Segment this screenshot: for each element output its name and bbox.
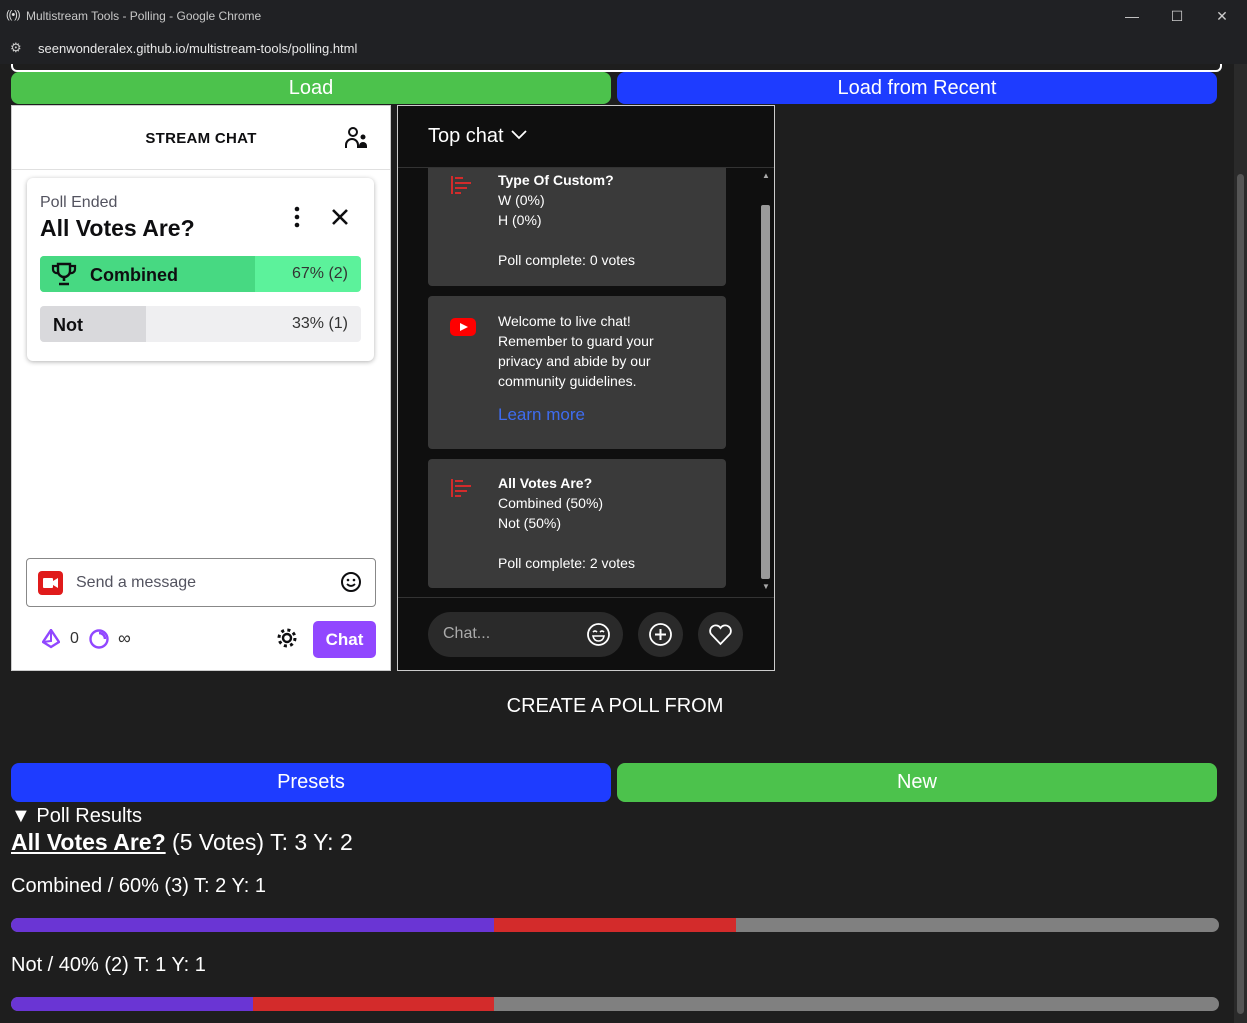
load-from-recent-button[interactable]: Load from Recent — [617, 72, 1217, 104]
result-option-text: Combined / 60% (3) T: 2 Y: 1 — [11, 875, 266, 897]
close-icon[interactable] — [331, 208, 349, 226]
users-icon[interactable] — [345, 126, 369, 150]
poll-message-text: All Votes Are? Combined (50%) Not (50%) … — [498, 473, 635, 573]
poll-option-label: Not — [53, 315, 83, 335]
result-option-bar — [11, 918, 1219, 932]
poll-message-line: H (0%) — [498, 212, 542, 228]
learn-more-link[interactable]: Learn more — [498, 405, 654, 425]
poll-card: Poll Ended All Votes Are? Combined 67% (… — [27, 178, 374, 361]
results-question-link[interactable]: All Votes Are? — [11, 829, 166, 855]
youtube-chat-scrollbar[interactable]: ▲ ▼ — [759, 168, 772, 596]
poll-status: Poll Ended — [40, 194, 118, 211]
page-scrollbar[interactable] — [1234, 64, 1247, 1023]
welcome-line: privacy and abide by our — [498, 353, 651, 369]
welcome-message-text: Welcome to live chat! Remember to guard … — [498, 311, 654, 425]
channel-points-icon[interactable] — [88, 628, 110, 650]
stream-chat-title: STREAM CHAT — [145, 130, 257, 147]
result-option-bar — [11, 997, 1219, 1011]
window-title: Multistream Tools - Polling - Google Chr… — [26, 9, 262, 23]
emoji-icon[interactable] — [586, 622, 611, 647]
poll-message-line: Poll complete: 2 votes — [498, 555, 635, 571]
poll-option-not: Not 33% (1) — [40, 306, 361, 342]
youtube-segment — [252, 997, 495, 1011]
load-button[interactable]: Load — [11, 72, 611, 104]
bits-count: 0 — [70, 630, 79, 647]
poll-option-percent: 33% (1) — [291, 315, 348, 332]
twitch-chat-panel: STREAM CHAT Poll Ended All Votes Are? Co… — [11, 105, 391, 671]
text-input-edge[interactable] — [11, 64, 1222, 72]
poll-message-card: All Votes Are? Combined (50%) Not (50%) … — [428, 459, 726, 588]
new-poll-button[interactable]: New — [617, 763, 1217, 802]
poll-message-text: Type Of Custom? W (0%) H (0%) Poll compl… — [498, 170, 635, 270]
top-chat-selector[interactable]: Top chat — [428, 125, 504, 148]
bits-icon[interactable] — [42, 629, 60, 649]
close-window-button[interactable]: ✕ — [1202, 6, 1242, 26]
youtube-chat-input[interactable]: Chat... — [428, 612, 623, 657]
results-total: (5 Votes) T: 3 Y: 2 — [172, 829, 353, 855]
send-message-input[interactable]: Send a message — [26, 558, 376, 607]
twitch-segment — [11, 997, 253, 1011]
poll-icon — [451, 176, 471, 194]
poll-message-line: Poll complete: 0 votes — [498, 252, 635, 268]
results-title: All Votes Are? (5 Votes) T: 3 Y: 2 — [11, 829, 353, 856]
create-poll-heading: CREATE A POLL FROM — [506, 695, 724, 717]
maximize-button[interactable]: ☐ — [1157, 6, 1197, 26]
plus-circle-icon — [649, 623, 672, 646]
chat-button[interactable]: Chat — [313, 621, 376, 658]
chevron-down-icon[interactable] — [511, 130, 527, 140]
youtube-segment — [494, 918, 736, 932]
emoji-icon[interactable] — [340, 571, 362, 593]
browser-titlebar: ((•)) Multistream Tools - Polling - Goog… — [0, 0, 1247, 33]
welcome-line: Welcome to live chat! — [498, 313, 631, 329]
result-option-text: Not / 40% (2) T: 1 Y: 1 — [11, 954, 206, 976]
poll-message-line: Combined (50%) — [498, 495, 604, 511]
scroll-down-arrow[interactable]: ▼ — [762, 582, 770, 591]
more-options-icon[interactable] — [292, 206, 302, 228]
like-button[interactable] — [698, 612, 743, 657]
url-text[interactable]: seenwonderalex.github.io/multistream-too… — [38, 41, 357, 56]
message-placeholder: Send a message — [76, 574, 197, 591]
poll-message-line: Not (50%) — [498, 515, 562, 531]
page-content: Load Load from Recent STREAM CHAT Poll E… — [0, 64, 1247, 1023]
poll-option-label: Combined — [90, 265, 178, 285]
broadcast-icon: ((•)) — [6, 9, 20, 21]
add-button[interactable] — [638, 612, 683, 657]
address-bar[interactable]: ⚙ seenwonderalex.github.io/multistream-t… — [0, 32, 1247, 64]
heart-icon — [709, 624, 732, 646]
welcome-line: community guidelines. — [498, 373, 637, 389]
poll-question: All Votes Are? — [40, 215, 195, 241]
minimize-button[interactable]: — — [1112, 6, 1152, 26]
infinity-label: ∞ — [118, 628, 131, 648]
poll-icon — [451, 479, 471, 497]
scroll-up-arrow[interactable]: ▲ — [762, 171, 770, 180]
welcome-line: Remember to guard your — [498, 333, 654, 349]
poll-option-combined: Combined 67% (2) — [40, 256, 361, 292]
welcome-message-card: Welcome to live chat! Remember to guard … — [428, 296, 726, 449]
chat-placeholder: Chat... — [443, 625, 491, 642]
poll-message-title: Type Of Custom? — [498, 172, 614, 188]
poll-message-title: All Votes Are? — [498, 475, 593, 491]
poll-results-toggle[interactable]: ▼ Poll Results — [11, 805, 142, 828]
camera-icon[interactable] — [38, 571, 63, 595]
poll-message-line: W (0%) — [498, 192, 545, 208]
site-settings-icon[interactable]: ⚙ — [10, 40, 22, 56]
youtube-chat-footer: Chat... — [398, 597, 774, 671]
gear-icon[interactable] — [276, 627, 298, 649]
poll-message-card: Type Of Custom? W (0%) H (0%) Poll compl… — [428, 168, 726, 286]
youtube-chat-header: Top chat — [398, 106, 774, 168]
page-scrollbar-thumb[interactable] — [1237, 174, 1244, 1014]
twitch-chat-header: STREAM CHAT — [12, 106, 390, 170]
youtube-icon — [450, 318, 476, 336]
presets-button[interactable]: Presets — [11, 763, 611, 802]
poll-option-percent: 67% (2) — [291, 265, 348, 282]
youtube-chat-panel: Top chat Type Of Custom? W (0%) H (0%) P… — [397, 105, 775, 671]
twitch-segment — [11, 918, 495, 932]
youtube-message-list[interactable]: Type Of Custom? W (0%) H (0%) Poll compl… — [398, 168, 774, 596]
scrollbar-thumb[interactable] — [761, 205, 770, 579]
trophy-icon — [51, 262, 77, 286]
